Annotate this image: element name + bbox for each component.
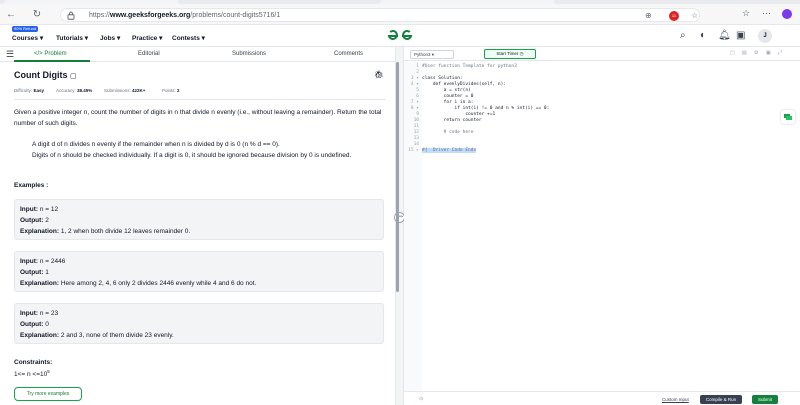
note-zero: Digits of n should be checked individual… — [32, 152, 352, 159]
problem-tabs: ☰ </> Problem Editorial Submissions Comm… — [0, 47, 395, 62]
start-timer-button[interactable]: Start Timer ◷ — [484, 49, 536, 59]
more-icon[interactable]: ⋯ — [762, 8, 771, 19]
bug-icon[interactable]: 🐞︎ — [374, 70, 384, 79]
fullscreen-icon[interactable]: ⤢ — [778, 50, 782, 56]
favorites-icon[interactable]: ☆ — [742, 8, 750, 19]
format-icon[interactable]: ▣ — [766, 50, 771, 56]
problem-title: Count Digits ▢ — [14, 70, 77, 80]
editor-footer: ☼ Custom Input Compile & Run Submit — [404, 391, 800, 405]
menu-icon[interactable]: ☰ — [6, 50, 14, 59]
side-panel-button[interactable] — [781, 110, 795, 124]
example-output: Output: 0 — [20, 321, 49, 328]
zoom-icon[interactable]: ⊕ — [645, 11, 652, 20]
copy-icon[interactable]: ▤ — [742, 50, 747, 56]
editor-toolbar: Python3 ▾ Start Timer ◷ ▢ ▤ ⚙ ▣ ⤢ — [404, 47, 800, 61]
constraint: 1<= n <=105 — [14, 369, 50, 379]
search-icon[interactable]: ⌕ — [680, 30, 686, 41]
address-bar[interactable]: https://www.geeksforgeeks.org/problems/c… — [60, 8, 700, 22]
bell-icon[interactable]: 🔔︎ — [718, 30, 731, 41]
compile-run-button[interactable]: Compile & Run — [700, 395, 742, 404]
scrollbar[interactable] — [396, 62, 399, 292]
reload-icon[interactable]: ↻ — [30, 8, 44, 22]
active-tab-indicator — [14, 60, 90, 62]
tab-problem[interactable]: </> Problem — [34, 51, 67, 57]
chat-icon — [784, 114, 792, 120]
copy-icon[interactable]: ▢ — [70, 73, 77, 80]
points: Points: 2 — [162, 88, 180, 93]
example-explanation: Explanation: Here among 2, 4, 6 only 2 d… — [20, 280, 257, 287]
url-text: https://www.geeksforgeeks.org/problems/c… — [89, 12, 281, 19]
nav-practice[interactable]: Practice ▾ — [132, 34, 162, 42]
example-3: Input: n = 23 Output: 0 Explanation: 2 a… — [14, 303, 384, 344]
nav-jobs[interactable]: Jobs ▾ — [100, 34, 120, 42]
submissions-count: Submissions: 422K+ — [104, 88, 146, 93]
settings-icon[interactable]: ⚙ — [754, 50, 758, 56]
reset-icon[interactable]: ▢ — [730, 50, 735, 56]
tab-submissions[interactable]: Submissions — [232, 51, 266, 57]
lock-icon — [67, 11, 75, 20]
example-2: Input: n = 2446 Output: 1 Explanation: H… — [14, 251, 384, 292]
example-output: Output: 2 — [20, 217, 49, 224]
language-select[interactable]: Python3 ▾ — [410, 50, 454, 59]
code-line[interactable]: 15 ▸ #{ Driver Code Ends — [404, 148, 800, 154]
problem-description: Given a positive integer n, count the nu… — [14, 109, 382, 127]
promo-badge[interactable]: 90% Refund — [12, 26, 39, 32]
extension-badge[interactable]: 11 — [669, 11, 679, 21]
example-input: Input: n = 12 — [20, 206, 59, 213]
examples-heading: Examples : — [14, 182, 49, 189]
tab-editorial[interactable]: Editorial — [138, 51, 160, 57]
divider — [14, 99, 386, 100]
problem-panel: ☰ </> Problem Editorial Submissions Comm… — [0, 47, 395, 405]
custom-input-link[interactable]: Custom Input — [662, 397, 689, 402]
submit-button[interactable]: Submit — [752, 395, 778, 404]
try-more-examples-button[interactable]: Try more examples — [14, 387, 82, 401]
gfg-logo[interactable] — [385, 29, 415, 43]
example-explanation: Explanation: 2 and 3, none of them divid… — [20, 332, 174, 339]
browser-toolbar: ← ↻ https://www.geeksforgeeks.org/proble… — [0, 4, 800, 25]
example-output: Output: 1 — [20, 269, 49, 276]
bookmark-icon[interactable]: ▣ — [736, 30, 745, 41]
tab-comments[interactable]: Comments — [334, 51, 363, 57]
avatar[interactable]: J — [758, 29, 772, 43]
nav-courses[interactable]: Courses ▾ — [12, 34, 43, 42]
code-editor-panel: Python3 ▾ Start Timer ◷ ▢ ▤ ⚙ ▣ ⤢ 1 #User… — [404, 47, 800, 405]
difficulty: Difficulty: Easy — [14, 88, 44, 93]
theme-icon[interactable]: ◐ — [700, 30, 706, 41]
nav-tutorials[interactable]: Tutorials ▾ — [56, 34, 88, 42]
sun-icon[interactable]: ☼ — [418, 395, 424, 402]
nav-contests[interactable]: Contests ▾ — [172, 34, 205, 42]
example-input: Input: n = 2446 — [20, 258, 66, 265]
example-explanation: Explanation: 1, 2 when both divide 12 le… — [20, 228, 191, 235]
example-1: Input: n = 12 Output: 2 Explanation: 1, … — [14, 199, 384, 240]
accuracy: Accuracy: 38.45% — [56, 88, 93, 93]
example-input: Input: n = 23 — [20, 310, 59, 317]
constraints-heading: Constraints: — [14, 359, 53, 366]
copilot-icon[interactable] — [782, 9, 792, 19]
note-divides: A digit d of n divides n evenly if the r… — [32, 141, 280, 148]
back-icon[interactable]: ← — [4, 8, 18, 22]
star-icon[interactable]: ☆ — [691, 11, 698, 20]
site-header: 90% Refund Courses ▾ Tutorials ▾ Jobs ▾ … — [0, 25, 800, 47]
